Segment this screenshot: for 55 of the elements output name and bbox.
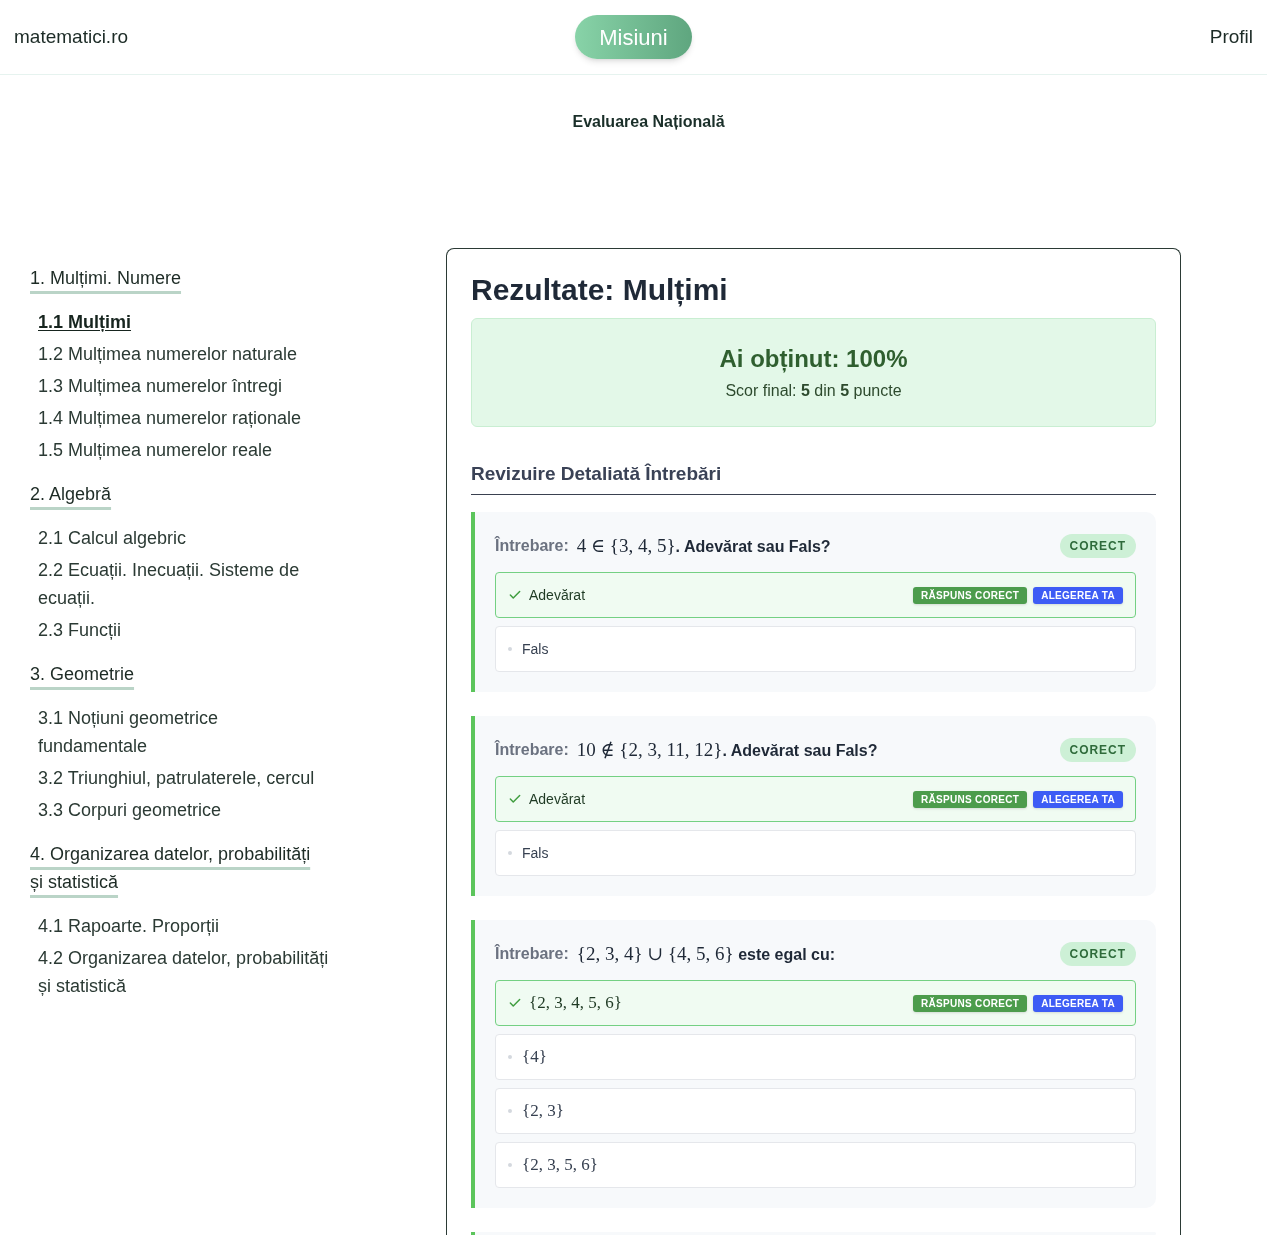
option-text: {2, 3} — [522, 1100, 564, 1123]
sidebar-item[interactable]: 4.2 Organizarea datelor, probabilități și statistică — [38, 944, 330, 1000]
bullet-icon — [508, 647, 512, 651]
sidebar-section-heading[interactable]: 2. Algebră — [30, 480, 112, 508]
question-text: 10 ∉ {2, 3, 11, 12}. Adevărat sau Fals? — [576, 737, 878, 762]
profile-link[interactable]: Profil — [1209, 22, 1253, 52]
sidebar-item[interactable]: 1.4 Mulțimea numerelor raționale — [38, 404, 330, 432]
sidebar-section-heading[interactable]: 3. Geometrie — [30, 660, 135, 688]
sidebar-section-heading[interactable]: 1. Mulțimi. Numere — [30, 264, 182, 292]
check-icon — [508, 792, 522, 806]
option-text: {2, 3, 4, 5, 6} — [529, 992, 622, 1015]
sidebar-item[interactable]: 1.5 Mulțimea numerelor reale — [38, 436, 330, 464]
sidebar-item[interactable]: 2.1 Calcul algebric — [38, 524, 330, 552]
sidebar-item[interactable]: 3.2 Triunghiul, patrulaterele, cercul — [38, 764, 330, 792]
option-text: Fals — [522, 639, 549, 659]
your-choice-badge: ALEGEREA TA — [1033, 586, 1123, 604]
sidebar-item[interactable]: 1.3 Mulțimea numerelor întregi — [38, 372, 330, 400]
question-text: 4 ∈ {3, 4, 5}. Adevărat sau Fals? — [576, 533, 831, 558]
sidebar-item[interactable]: 3.3 Corpuri geometrice — [38, 796, 330, 824]
sidebar-item[interactable]: 2.2 Ecuații. Inecuații. Sisteme de ecuații. — [38, 556, 330, 612]
option-text: Adevărat — [529, 585, 586, 605]
your-choice-badge: ALEGEREA TA — [1033, 994, 1123, 1012]
sidebar-item[interactable]: 4.1 Rapoarte. Proporții — [38, 912, 330, 940]
site-logo[interactable]: matematici.ro — [14, 22, 129, 52]
sidebar-item[interactable]: 2.3 Funcții — [38, 616, 330, 644]
question-label: Întrebare: — [495, 535, 569, 556]
status-badge: CORECT — [1059, 738, 1136, 762]
score-headline: Ai obținut: 100% — [719, 344, 908, 375]
question-label: Întrebare: — [495, 943, 569, 964]
correct-answer-badge: RĂSPUNS CORECT — [913, 790, 1028, 808]
option-text: {4} — [522, 1046, 547, 1069]
bullet-icon — [508, 1055, 512, 1059]
question-text: {2, 3, 4} ∪ {4, 5, 6} este egal cu: — [576, 941, 836, 966]
sidebar-item[interactable]: 1.2 Mulțimea numerelor naturale — [38, 340, 330, 368]
bullet-icon — [508, 851, 512, 855]
check-icon — [508, 588, 522, 602]
option-text: {2, 3, 5, 6} — [522, 1154, 598, 1177]
question-label: Întrebare: — [495, 739, 569, 760]
status-badge: CORECT — [1059, 534, 1136, 558]
bullet-icon — [508, 1163, 512, 1167]
review-heading: Revizuire Detaliată Întrebări — [471, 460, 1156, 495]
sidebar-section-heading[interactable]: 4. Organizarea datelor, probabilități și statistică — [30, 840, 322, 896]
your-choice-badge: ALEGEREA TA — [1033, 790, 1123, 808]
option-text: Adevărat — [529, 789, 586, 809]
status-badge: CORECT — [1059, 942, 1136, 966]
check-icon — [508, 996, 522, 1010]
option-text: Fals — [522, 843, 549, 863]
page-title: Evaluarea Națională — [572, 112, 725, 132]
correct-answer-badge: RĂSPUNS CORECT — [913, 586, 1028, 604]
results-title: Rezultate: Mulțimi — [471, 272, 729, 308]
correct-answer-badge: RĂSPUNS CORECT — [913, 994, 1028, 1012]
sidebar-item[interactable]: 3.1 Noțiuni geometrice fundamentale — [38, 704, 330, 760]
bullet-icon — [508, 1109, 512, 1113]
score-detail: Scor final: 5 din 5 puncte — [725, 381, 902, 401]
sidebar-item[interactable]: 1.1 Mulțimi — [38, 308, 330, 336]
